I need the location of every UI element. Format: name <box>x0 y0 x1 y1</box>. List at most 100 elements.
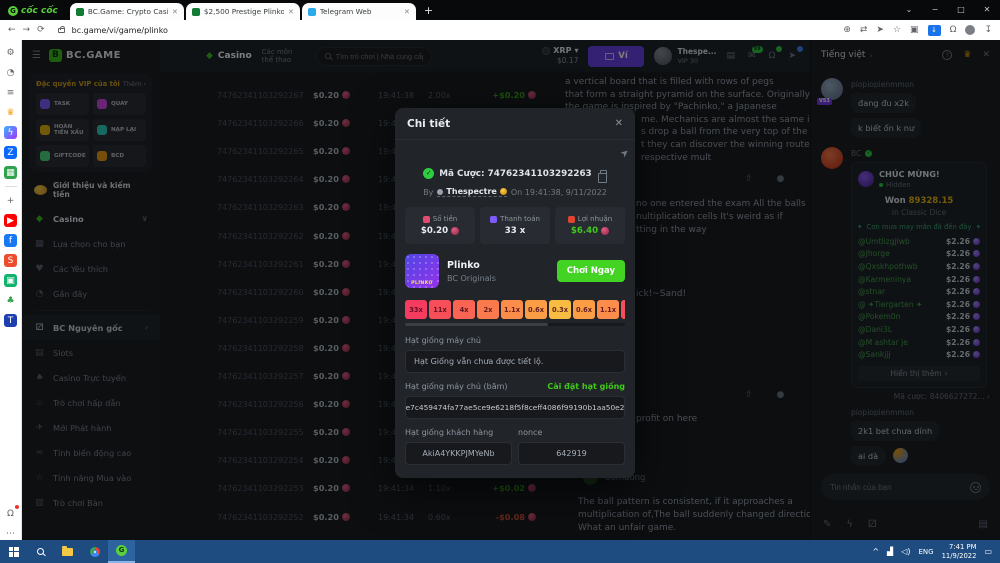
browser-tab[interactable]: BC.Game: Crypto Casino Gan ✕ <box>70 3 184 20</box>
window-controls: ⌄ − □ ✕ <box>896 0 1000 20</box>
maximize-button[interactable]: □ <box>948 0 974 20</box>
game-card: Plinko BC Originals Chơi Ngay <box>405 254 625 288</box>
network-icon[interactable]: ▟ <box>887 547 893 556</box>
multiplier-scrollbar[interactable] <box>405 323 625 326</box>
download-badge-icon[interactable]: ↓ <box>928 25 941 36</box>
copy-icon[interactable] <box>600 170 607 178</box>
bell-icon[interactable]: Ω <box>4 507 17 520</box>
minimize-button[interactable]: − <box>922 0 948 20</box>
multiplier-strip: 33x11x4x2x1.1x0.6x0.3x0.6x1.1x11x <box>405 300 625 319</box>
downloads-tray-icon[interactable]: ↧ <box>984 25 992 35</box>
history-icon[interactable]: ◔ <box>4 66 17 79</box>
browser-profile-avatar[interactable] <box>965 25 975 35</box>
stat-lợi-nhuận: Lợi nhuận$6.40 <box>555 207 625 244</box>
settings-icon[interactable]: ⚙ <box>4 46 17 59</box>
games-icon[interactable]: ▦ <box>4 166 17 179</box>
medal-icon <box>500 188 507 195</box>
player-icon <box>437 189 443 195</box>
multiplier-chip: 4x <box>453 300 475 319</box>
zalo-icon[interactable]: Z <box>4 146 17 159</box>
coccoc-taskbar-icon[interactable]: G <box>108 540 135 563</box>
plinko-thumbnail[interactable] <box>405 254 439 288</box>
leaf-icon[interactable]: ♣ <box>4 294 17 307</box>
play-now-button[interactable]: Chơi Ngay <box>557 260 625 282</box>
chrome-icon[interactable] <box>81 540 108 563</box>
language-indicator[interactable]: ENG <box>918 548 933 556</box>
multiplier-chip: 11x <box>621 300 625 319</box>
multiplier-chip: 0.3x <box>549 300 571 319</box>
taskbar-search-icon[interactable] <box>27 540 54 563</box>
tab-search-icon[interactable]: ⌄ <box>896 0 922 20</box>
browser-tab[interactable]: Telegram Web ✕ <box>302 3 416 20</box>
by-label: By <box>423 188 433 197</box>
clock-time: 7:41 PM <box>942 543 977 551</box>
coccoc-brand: G cốc cốc <box>0 6 70 20</box>
rewards-icon[interactable]: ♛ <box>4 106 17 119</box>
tab-title: Telegram Web <box>320 7 400 16</box>
reading-list-icon[interactable]: ≡ <box>4 86 17 99</box>
shopee-icon[interactable]: S <box>4 254 17 267</box>
server-seed-field: Hạt Giống vẫn chưa được tiết lộ. <box>405 350 625 373</box>
forward-icon[interactable]: → <box>23 25 31 35</box>
modal-share-icon[interactable]: ➤ <box>618 147 631 161</box>
nonce-label: nonce <box>518 428 542 437</box>
close-button[interactable]: ✕ <box>974 0 1000 20</box>
player-link[interactable]: Thespectre <box>437 187 506 197</box>
verified-badge-icon: ✓ <box>423 168 434 179</box>
tab-title: $2,500 Prestige Plinko Challe <box>204 7 284 16</box>
url-text[interactable]: bc.game/vi/game/plinko <box>72 26 837 35</box>
server-seed-label: Hạt giống máy chủ <box>405 336 625 345</box>
translate-icon[interactable]: ⇄ <box>860 25 868 35</box>
facebook-icon[interactable]: f <box>4 234 17 247</box>
taskbar-clock[interactable]: 7:41 PM 11/9/2022 <box>942 543 977 560</box>
action-center-icon[interactable]: ▭ <box>984 547 992 556</box>
telegram-favicon-icon <box>308 8 316 16</box>
multiplier-chip: 2x <box>477 300 499 319</box>
multiplier-chip: 11x <box>429 300 451 319</box>
install-icon[interactable]: ⊕ <box>843 25 851 35</box>
game-name: Plinko <box>447 260 496 271</box>
tab-title: BC.Game: Crypto Casino Gan <box>88 7 168 16</box>
lock-icon <box>58 28 65 33</box>
app-green-icon[interactable]: ▣ <box>4 274 17 287</box>
start-button[interactable] <box>0 540 27 563</box>
tab-close-icon[interactable]: ✕ <box>404 8 410 16</box>
tab-close-icon[interactable]: ✕ <box>288 8 294 16</box>
adblock-shield-icon[interactable]: ▣ <box>910 25 919 35</box>
clock-date: 11/9/2022 <box>942 552 977 560</box>
multiplier-chip: 0.6x <box>525 300 547 319</box>
bet-id-value: 74762341103292263 <box>488 169 592 179</box>
bet-details-modal: Chi tiết ✕ ➤ ✓ Mã Cược: 7476234110329226… <box>395 108 635 478</box>
browser-tabbar: G cốc cốc BC.Game: Crypto Casino Gan✕$2,… <box>0 0 1000 20</box>
youtube-icon[interactable]: ▶ <box>4 214 17 227</box>
add-icon[interactable]: + <box>4 194 17 207</box>
coccoc-sidebar: ⚙ ◔ ≡ ♛ ϟZ ▦ + ▶ fS ▣ ♣ T Ω ⋯ <box>0 40 22 540</box>
tray-expand-icon[interactable]: ^ <box>872 547 879 556</box>
modal-close-icon[interactable]: ✕ <box>615 118 623 129</box>
new-tab-button[interactable]: + <box>424 4 433 17</box>
more-icon[interactable]: ⋯ <box>4 527 17 540</box>
reload-icon[interactable]: ⟳ <box>37 25 45 35</box>
windows-taskbar: G ^ ▟ ◁) ENG 7:41 PM 11/9/2022 ▭ <box>0 540 1000 563</box>
client-seed-field: AkiA4YKKPJMYeNb <box>405 442 512 465</box>
game-provider: BC Originals <box>447 274 496 283</box>
modal-title: Chi tiết <box>407 118 450 130</box>
thienhabet-icon[interactable]: T <box>4 314 17 327</box>
back-icon[interactable]: ← <box>8 25 16 35</box>
bookmark-star-icon[interactable]: ☆ <box>893 25 901 35</box>
seed-settings-link[interactable]: Cài đặt hạt giống <box>547 382 625 391</box>
volume-icon[interactable]: ◁) <box>901 547 910 556</box>
screen: G cốc cốc BC.Game: Crypto Casino Gan✕$2,… <box>0 0 1000 563</box>
multiplier-chip: 1.1x <box>501 300 523 319</box>
bell-icon[interactable]: Ω <box>950 25 957 35</box>
bcgame-favicon-icon <box>76 8 84 16</box>
tab-close-icon[interactable]: ✕ <box>172 8 178 16</box>
browser-tab[interactable]: $2,500 Prestige Plinko Challe ✕ <box>186 3 300 20</box>
messenger-icon[interactable]: ϟ <box>4 126 17 139</box>
bet-id-label: Mã Cược: <box>439 169 484 179</box>
nonce-field: 642919 <box>518 442 625 465</box>
file-explorer-icon[interactable] <box>54 540 81 563</box>
multiplier-chip: 0.6x <box>573 300 595 319</box>
share-icon[interactable]: ➤ <box>876 25 884 35</box>
bet-stats: Số tiền$0.20Thanh toán33 xLợi nhuận$6.40 <box>405 207 625 244</box>
